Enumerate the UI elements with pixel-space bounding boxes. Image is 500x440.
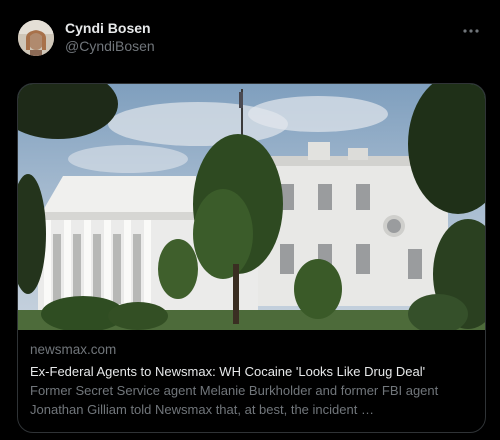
card-body: newsmax.com Ex-Federal Agents to Newsmax… bbox=[30, 341, 475, 419]
card-title[interactable]: Ex-Federal Agents to Newsmax: WH Cocaine… bbox=[30, 363, 475, 381]
tweet-header: Cyndi Bosen @CyndiBosen bbox=[16, 18, 484, 60]
tweet: Cyndi Bosen @CyndiBosen newsmax.com Ex-F… bbox=[0, 0, 500, 440]
card-domain: newsmax.com bbox=[30, 342, 117, 357]
avatar[interactable] bbox=[18, 20, 54, 56]
handle[interactable]: @CyndiBosen bbox=[65, 37, 155, 55]
card-description: Former Secret Service agent Melanie Burk… bbox=[30, 383, 439, 417]
display-name[interactable]: Cyndi Bosen bbox=[65, 19, 155, 37]
link-card[interactable]: newsmax.com Ex-Federal Agents to Newsmax… bbox=[17, 83, 486, 433]
avatar-image bbox=[18, 20, 54, 56]
more-horizontal-icon[interactable] bbox=[462, 24, 480, 38]
author-names: Cyndi Bosen @CyndiBosen bbox=[65, 19, 155, 55]
card-image bbox=[18, 84, 485, 330]
